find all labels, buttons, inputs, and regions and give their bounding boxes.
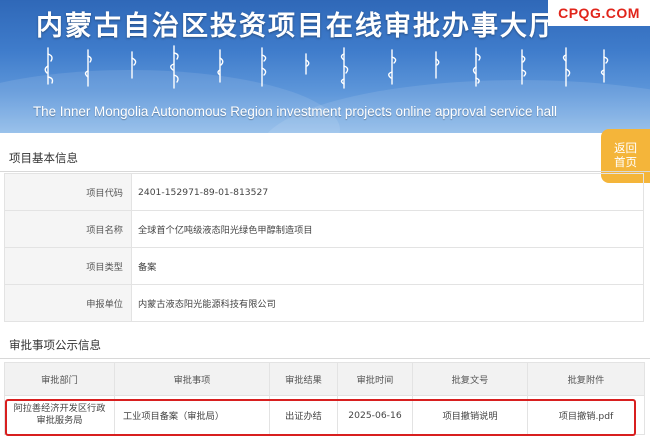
approval-item: 工业项目备案（审批局） (114, 395, 270, 435)
column-header: 批复附件 (527, 362, 645, 396)
column-header: 审批部门 (4, 362, 115, 396)
project-info-table: 项目代码 2401-152971-89-01-813527 项目名称 全球首个亿… (4, 173, 644, 322)
approval-result: 出证办结 (269, 395, 338, 435)
applicant-value: 内蒙古液态阳光能源科技有限公司 (131, 284, 644, 322)
field-label: 项目代码 (4, 173, 132, 211)
watermark-logo: CPQG.COM (548, 0, 650, 26)
table-row: 项目代码 2401-152971-89-01-813527 (4, 173, 644, 211)
column-header: 审批结果 (269, 362, 338, 396)
approval-department: 阿拉善经济开发区行政 审批服务局 (4, 395, 115, 435)
approval-info-header: 审批事项公示信息 (0, 332, 650, 359)
table-row: 项目名称 全球首个亿吨级液态阳光绿色甲醇制造项目 (4, 210, 644, 248)
approval-date: 2025-06-16 (337, 395, 413, 435)
project-info-header: 项目基本信息 (0, 145, 650, 172)
approval-table: 审批部门 审批事项 审批结果 审批时间 批复文号 批复附件 阿拉善经济开发区行政… (4, 362, 645, 435)
approval-doc-link[interactable]: 项目撤销说明 (412, 395, 528, 435)
table-row: 阿拉善经济开发区行政 审批服务局 工业项目备案（审批局） 出证办结 2025-0… (4, 395, 645, 435)
attachment-link[interactable]: 项目撤销.pdf (527, 395, 645, 435)
project-name-value: 全球首个亿吨级液态阳光绿色甲醇制造项目 (131, 210, 644, 248)
header-banner: 内蒙古自治区投资项目在线审批办事大厅 The Inner Mongolia Au… (0, 0, 650, 133)
banner-title: 内蒙古自治区投资项目在线审批办事大厅 (36, 11, 558, 42)
column-header: 审批事项 (114, 362, 270, 396)
column-header: 审批时间 (337, 362, 413, 396)
field-label: 项目名称 (4, 210, 132, 248)
project-code-value: 2401-152971-89-01-813527 (131, 173, 644, 211)
mongolian-script-decoration (44, 45, 609, 89)
field-label: 项目类型 (4, 247, 132, 285)
field-label: 申报单位 (4, 284, 132, 322)
department-line: 阿拉善经济开发区行政 (13, 403, 106, 414)
banner-subtitle: The Inner Mongolia Autonomous Region inv… (33, 104, 558, 119)
table-header-row: 审批部门 审批事项 审批结果 审批时间 批复文号 批复附件 (4, 362, 645, 396)
project-type-value: 备案 (131, 247, 644, 285)
column-header: 批复文号 (412, 362, 528, 396)
section-title: 项目基本信息 (9, 151, 78, 165)
department-line: 审批服务局 (36, 415, 83, 426)
table-row: 项目类型 备案 (4, 247, 644, 285)
section-title: 审批事项公示信息 (9, 338, 101, 352)
table-row: 申报单位 内蒙古液态阳光能源科技有限公司 (4, 284, 644, 322)
